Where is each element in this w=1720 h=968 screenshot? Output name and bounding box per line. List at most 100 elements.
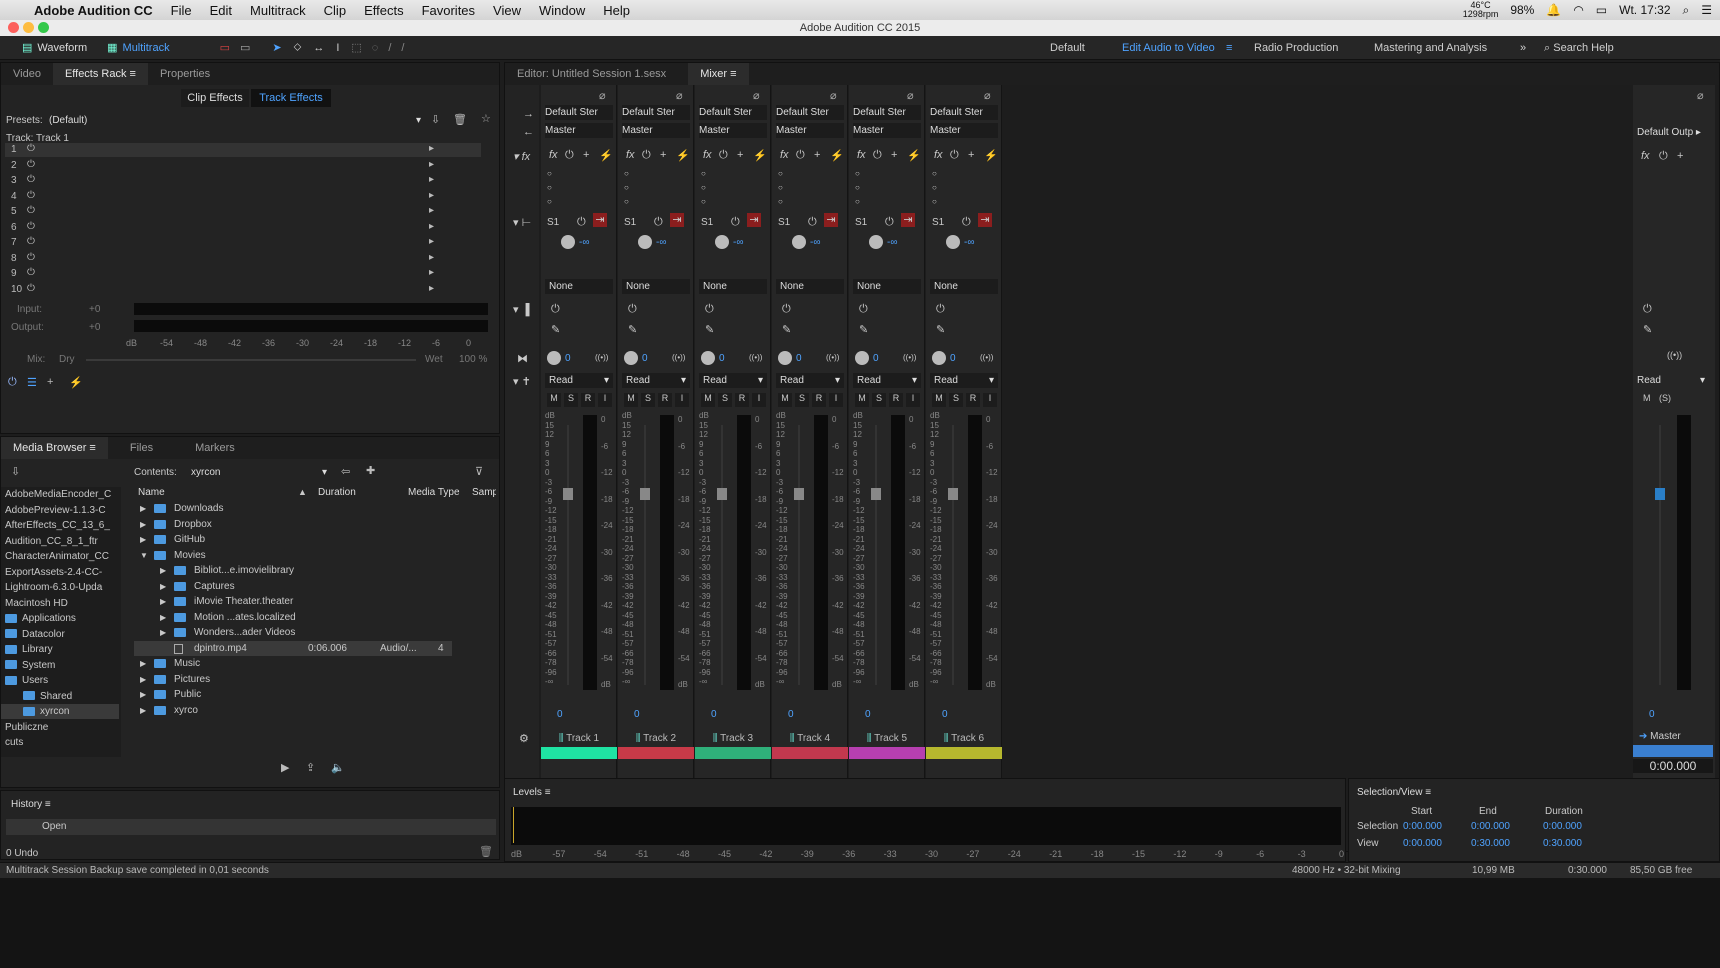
send-knob[interactable] [715,235,729,249]
selection-start[interactable]: 0:00.000 [1403,821,1442,832]
volume-value[interactable]: 0 [865,709,871,720]
file-row[interactable]: ▶ Public [134,687,452,702]
pan-value[interactable]: 0 [719,353,725,364]
insert-icon[interactable]: + [47,376,53,388]
fx-label[interactable]: fx [703,149,712,161]
automation-select[interactable]: Read ▾ [776,373,844,388]
battery-icon[interactable]: ▭ [1596,3,1607,17]
mute-button[interactable]: M [624,393,638,407]
column-samp[interactable]: Samp [472,487,496,498]
file-row[interactable]: ▶ iMovie Theater.theater [134,594,452,609]
fx-slot-icon[interactable]: ○ [701,197,706,206]
close-window-button[interactable] [8,22,19,33]
location-item[interactable]: xyrcon [1,704,119,719]
collapsed-icon[interactable]: ▶ [160,579,166,594]
menu-window[interactable]: Window [530,3,594,18]
stereo-icon[interactable]: ((•)) [749,353,762,362]
send-level[interactable]: -∞ [579,237,589,248]
fx-slot-icon[interactable]: ○ [932,169,937,178]
eq-edit-icon[interactable]: ✎ [551,323,560,336]
loop-icon[interactable]: ⇪ [306,761,315,774]
fx-slot-icon[interactable]: ○ [701,169,706,178]
list-view-icon[interactable]: ☰ [27,376,37,389]
brush-icon[interactable]: / [388,42,391,54]
pre-post-icon[interactable]: ⇥ [670,213,684,227]
menu-file[interactable]: File [162,3,201,18]
fader-handle[interactable] [717,488,727,500]
app-menu[interactable]: Adobe Audition CC [25,3,162,18]
output-select[interactable]: Master [853,123,921,138]
output-gain-value[interactable]: +0 [89,322,100,333]
output-select[interactable]: Master [545,123,613,138]
chevron-right-icon[interactable]: ▸ [429,174,434,185]
import-icon[interactable]: ⇩ [11,465,20,478]
lightning-icon[interactable]: ⚡ [676,149,690,162]
fx-bypass-icon[interactable]: ⌀ [830,89,837,102]
collapsed-icon[interactable]: ▶ [140,703,146,718]
fx-bypass-icon[interactable]: ⌀ [907,89,914,102]
eq-power-icon[interactable]: ⏻ [782,303,791,316]
fx-slot-icon[interactable]: ○ [547,197,552,206]
collapsed-icon[interactable]: ▶ [140,687,146,702]
fx-slot-icon[interactable]: ○ [701,183,706,192]
eq-power-icon[interactable]: ⏻ [936,303,945,316]
eq-power-icon[interactable]: ⏻ [859,303,868,316]
wifi-icon[interactable]: ◠ [1573,3,1583,17]
effect-slot[interactable]: 1 ⏻ ▸ [5,143,481,157]
stereo-icon[interactable]: ((•)) [672,353,685,362]
send-level[interactable]: -∞ [733,237,743,248]
search-help[interactable]: ⌕ Search Help [1544,36,1614,60]
mute-button[interactable]: M [932,393,946,407]
location-item[interactable]: Datacolor [1,627,119,642]
eq-edit-icon[interactable]: ✎ [936,323,945,336]
arm-record-button[interactable]: R [812,393,826,407]
eq-edit-icon[interactable]: ✎ [782,323,791,336]
pre-post-icon[interactable]: ⇥ [978,213,992,227]
contents-select[interactable]: xyrcon ▾ [191,465,327,481]
insert-icon[interactable]: + [583,149,589,161]
power-icon[interactable]: ⏻ [27,190,35,201]
eq-edit-icon[interactable]: ✎ [705,323,714,336]
tab-properties[interactable]: Properties [148,63,222,85]
workspace-default[interactable]: Default [1050,36,1085,60]
input-select[interactable]: Default Ster [776,105,844,120]
send-level[interactable]: -∞ [810,237,820,248]
location-item[interactable]: AdobeMediaEncoder_C [1,487,119,502]
file-row[interactable]: ▶ xyrco [134,703,452,718]
output-select[interactable]: Master [930,123,998,138]
razor-tool-icon[interactable]: ⬦ [294,41,302,54]
view-end[interactable]: 0:30.000 [1471,838,1510,849]
location-item[interactable]: CharacterAnimator_CC [1,549,119,564]
effect-slot[interactable]: 7 ⏻ ▸ [5,236,481,250]
mute-button[interactable]: M [547,393,561,407]
file-row[interactable]: ▶ Pictures [134,672,452,687]
pitch-icon[interactable]: ▭ [240,41,250,54]
solo-button[interactable]: S [795,393,809,407]
tab-effects-rack[interactable]: Effects Rack ≡ [52,63,148,85]
monitor-input-button[interactable]: I [906,393,920,407]
monitor-input-button[interactable]: I [983,393,997,407]
power-icon[interactable]: ⏻ [873,149,882,162]
send-level[interactable]: -∞ [656,237,666,248]
file-row[interactable]: ▶ Music [134,656,452,671]
fader-handle[interactable] [871,488,881,500]
history-item-open[interactable]: Open [6,819,496,835]
power-icon[interactable]: ⏻ [719,149,728,162]
power-icon[interactable]: ⏻ [27,174,35,185]
eq-power-icon[interactable]: ⏻ [551,303,560,316]
monitor-input-button[interactable]: I [675,393,689,407]
monitor-input-button[interactable]: I [829,393,843,407]
solo-button[interactable]: S [641,393,655,407]
arm-record-button[interactable]: R [889,393,903,407]
power-icon[interactable]: ⏻ [27,283,35,294]
chevron-right-icon[interactable]: ▸ [429,143,434,154]
menu-favorites[interactable]: Favorites [413,3,484,18]
volume-value[interactable]: 0 [711,709,717,720]
fx-bypass-icon[interactable]: ⌀ [753,89,760,102]
expanded-icon[interactable]: ▼ [140,548,148,563]
fx-bypass-icon[interactable]: ⌀ [984,89,991,102]
menu-help[interactable]: Help [594,3,639,18]
fader-handle[interactable] [563,488,573,500]
solo-button[interactable]: S [564,393,578,407]
lightning-icon[interactable]: ⚡ [599,149,613,162]
